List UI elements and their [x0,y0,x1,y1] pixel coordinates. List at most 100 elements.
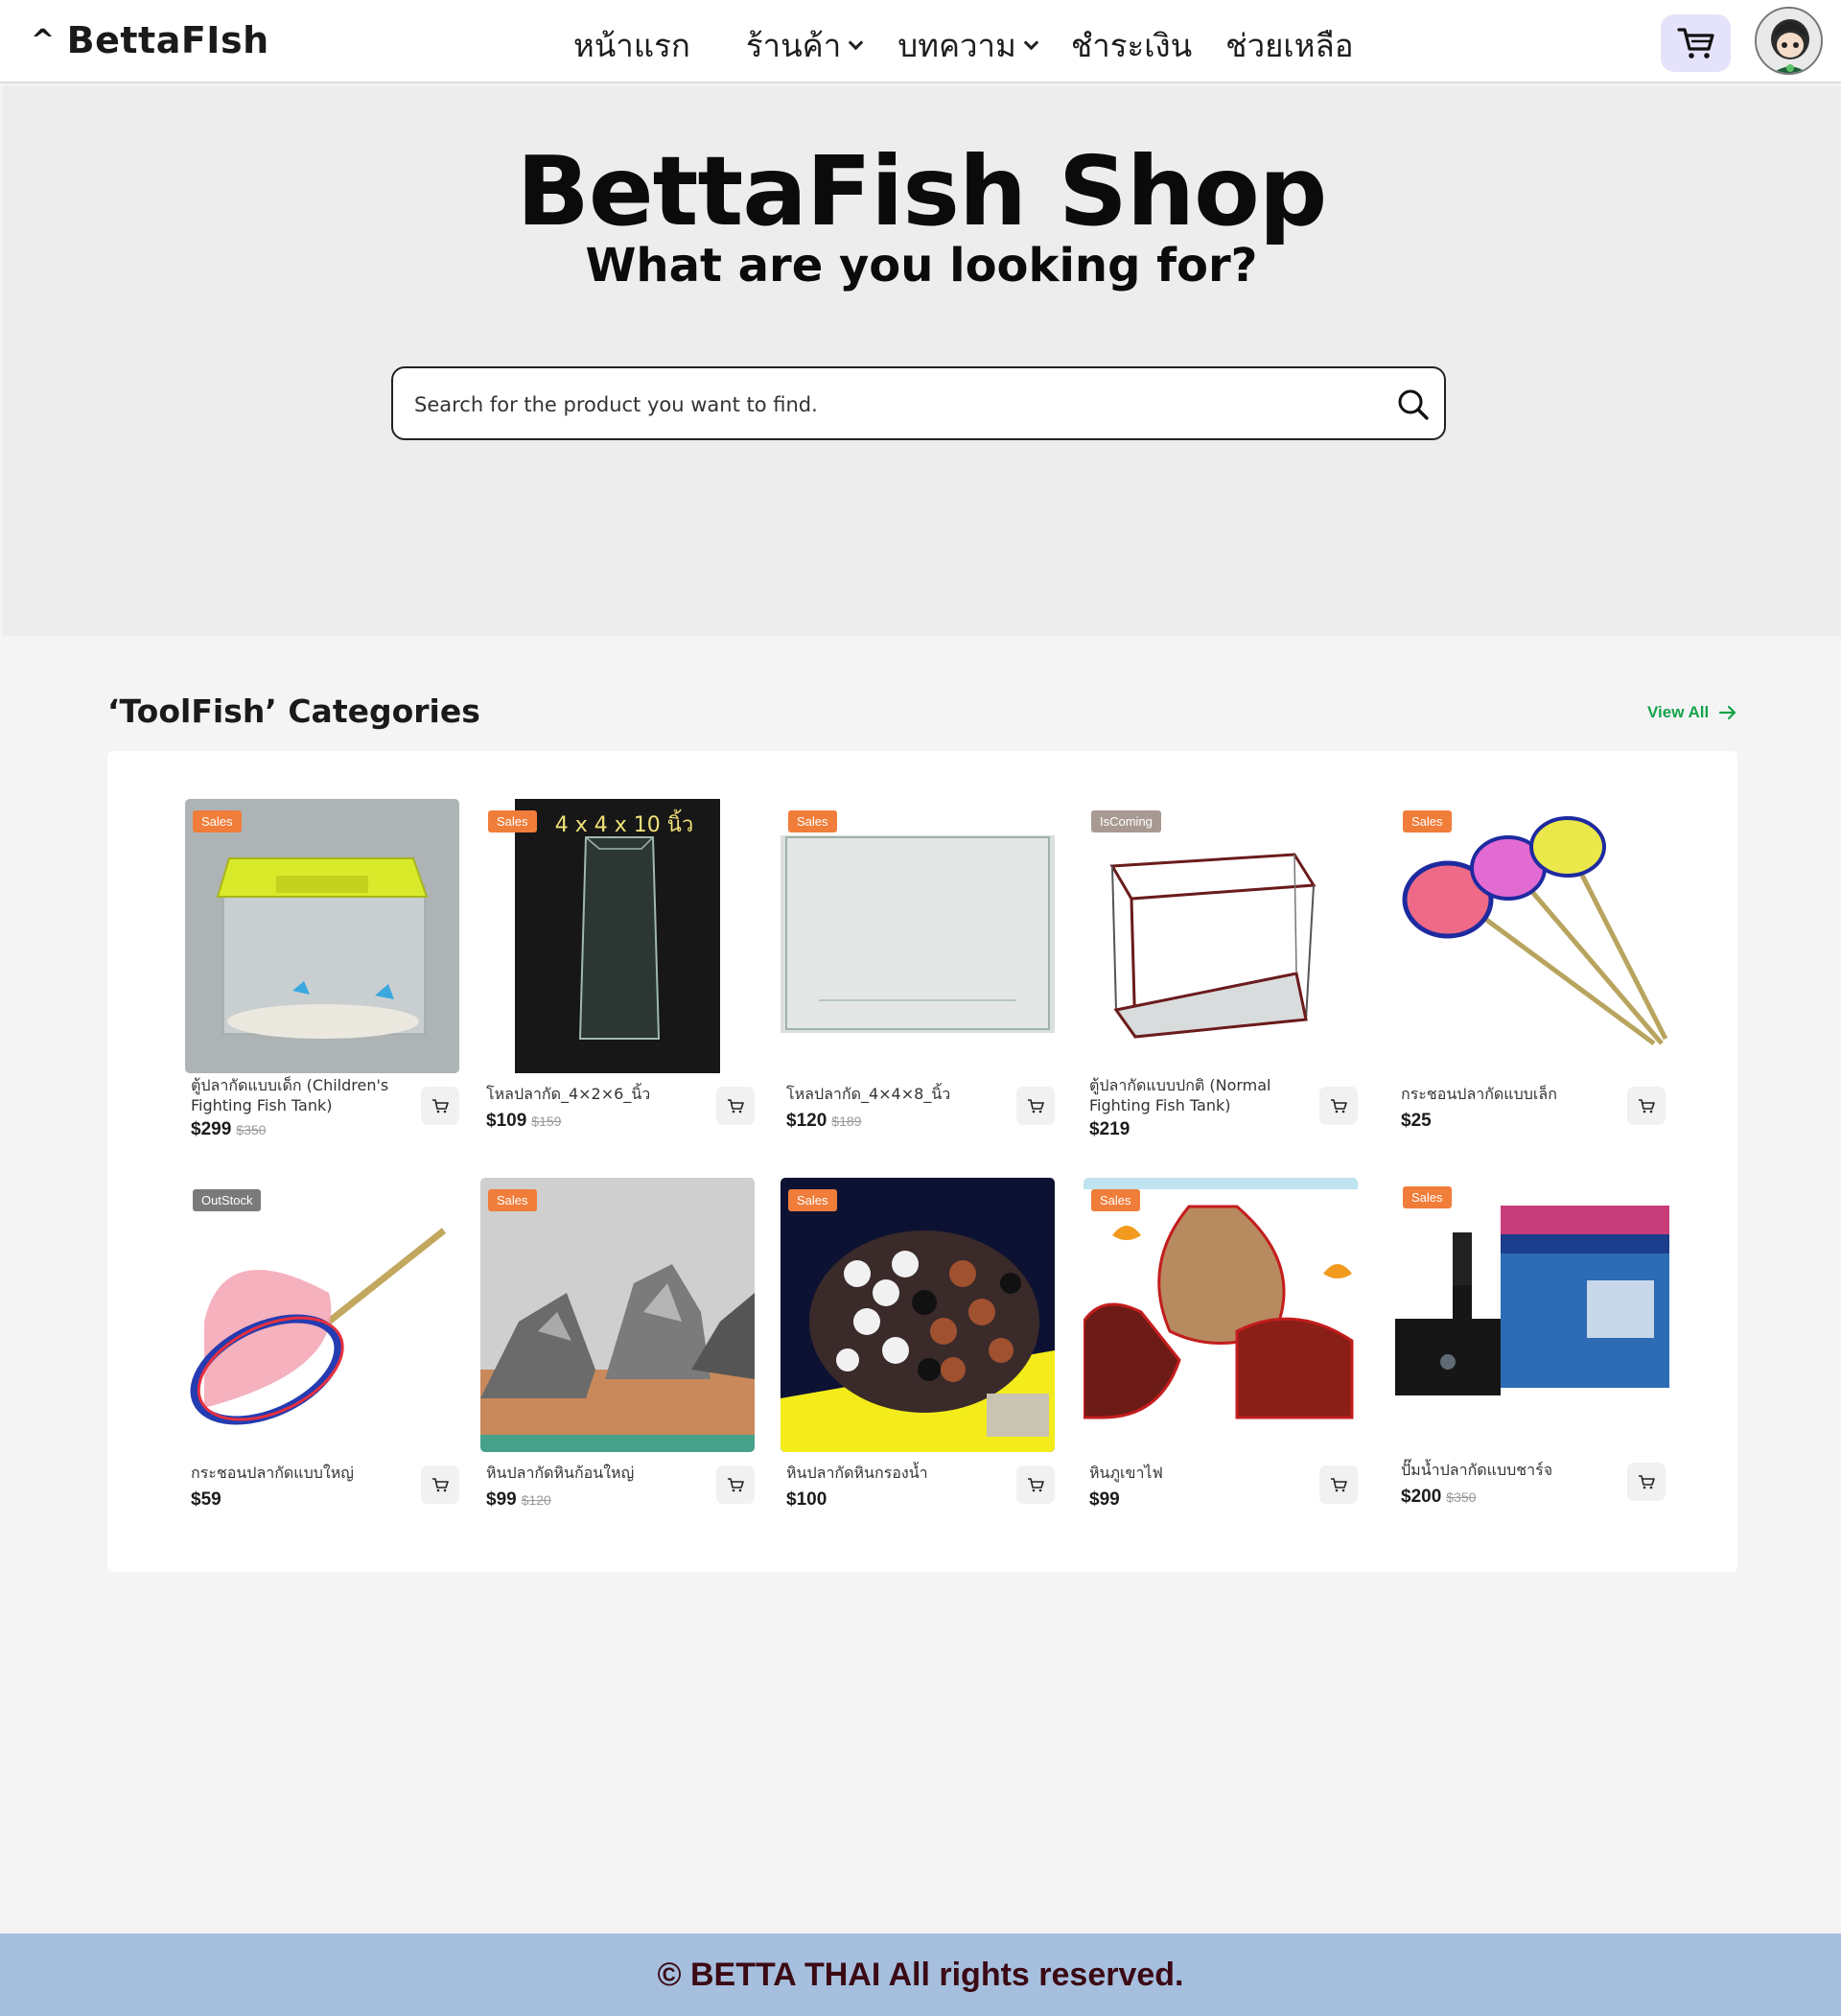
chevron-down-icon [1023,35,1039,50]
copyright-text: © BETTA THAI All rights reserved. [657,1956,1184,1993]
product-name: กระชอนปลากัดแบบเล็ก [1401,1085,1557,1103]
product-name: ปั๊มน้ำปลากัดแบบชาร์จ [1401,1461,1553,1479]
nav-item-shop[interactable]: ร้านค้า [746,20,864,71]
search-bar [391,366,1446,440]
add-to-cart-button[interactable] [421,1087,459,1125]
product-name: หินปลากัดหินกรองน้ำ [786,1464,928,1482]
product-name: โหลปลากัด_4×2×6_นิ้ว [486,1085,651,1103]
product-price: $120 $189 [786,1111,862,1131]
product-price: $200 $350 [1401,1487,1477,1507]
product-card[interactable]: Sales กระชอนปลากัดแบบเล็ก $25 [1395,799,1669,1163]
product-image-small-nets[interactable] [1395,799,1669,1073]
product-image-tall-jar[interactable]: 4 x 4 x 10 นิ้ว [480,799,755,1073]
product-image-rocks[interactable] [480,1178,755,1452]
product-card[interactable]: 4 x 4 x 10 นิ้ว Sales โหลปลากัด_4×2×6_นิ… [480,799,755,1163]
status-badge: Sales [1403,1186,1452,1208]
cart-icon [432,1099,449,1113]
product-price: $219 [1089,1119,1130,1139]
product-name: โหลปลากัด_4×4×8_นิ้ว [786,1085,951,1103]
nav-item-help[interactable]: ช่วยเหลือ [1225,20,1353,71]
product-card[interactable]: OutStock กระชอนปลากัดแบบใหญ่ $59 [185,1178,459,1542]
product-image-filter-media[interactable] [781,1178,1055,1452]
old-price: $120 [521,1492,551,1508]
main-nav: หน้าแรก ร้านค้า บทความ ชำระเงิน ช่วยเหลื… [573,21,1354,69]
product-card[interactable]: Sales หินภูเขาไฟ $99 [1084,1178,1358,1542]
chevron-down-icon [848,35,864,50]
product-image-frame-tank[interactable] [1084,799,1358,1073]
nav-item-home[interactable]: หน้าแรก [573,20,690,71]
cart-icon [728,1478,744,1492]
status-badge: Sales [788,810,837,832]
product-price: $109 $159 [486,1111,562,1131]
product-grid: Sales ตู้ปลากัดแบบเด็ก (Children's Fight… [107,751,1737,1572]
cart-icon [1331,1478,1347,1492]
product-name: หินภูเขาไฟ [1089,1464,1163,1482]
add-to-cart-button[interactable] [1627,1087,1666,1125]
add-to-cart-button[interactable] [1319,1087,1358,1125]
image-caption: 4 x 4 x 10 นิ้ว [555,809,693,837]
brand-logo[interactable]: ^ BettaFIsh [31,19,269,61]
cart-button[interactable] [1661,14,1731,72]
add-to-cart-button[interactable] [716,1465,755,1504]
status-badge: Sales [788,1189,837,1211]
product-card[interactable]: Sales ปั๊มน้ำปลากัดแบบชาร์จ $200 $350 [1395,1175,1669,1539]
cart-icon [1639,1099,1655,1113]
add-to-cart-button[interactable] [1016,1465,1055,1504]
search-input[interactable] [414,386,1335,424]
caret-icon: ^ [31,24,56,58]
avatar-image [1757,9,1821,73]
add-to-cart-button[interactable] [421,1465,459,1504]
old-price: $350 [1446,1489,1477,1505]
cart-icon [728,1099,744,1113]
nav-item-payment[interactable]: ชำระเงิน [1071,20,1192,71]
product-name: กระชอนปลากัดแบบใหญ่ [191,1464,354,1482]
product-name: ตู้ปลากัดแบบปกติ (Normal Fighting Fish T… [1089,1076,1271,1114]
product-price: $59 [191,1489,221,1510]
section-title: ‘ToolFish’ Categories [107,692,480,730]
old-price: $350 [236,1122,267,1137]
cart-icon [1676,28,1714,59]
cart-icon [1639,1475,1655,1489]
status-badge: Sales [193,810,242,832]
add-to-cart-button[interactable] [716,1087,755,1125]
hero-subtitle: What are you looking for? [585,239,1258,293]
add-to-cart-button[interactable] [1319,1465,1358,1504]
product-name: หินปลากัดหินก้อนใหญ่ [486,1464,635,1482]
hero-section: BettaFish Shop What are you looking for? [2,85,1841,636]
view-all-link[interactable]: View All [1647,703,1737,722]
product-image-water-pump[interactable] [1395,1175,1669,1449]
product-name: ตู้ปลากัดแบบเด็ก (Children's Fighting Fi… [191,1076,389,1114]
product-card[interactable]: Sales ตู้ปลากัดแบบเด็ก (Children's Fight… [185,799,459,1163]
search-icon[interactable] [1396,387,1431,422]
product-image-lava-rock[interactable] [1084,1178,1358,1452]
status-badge: Sales [488,1189,537,1211]
product-card[interactable]: Sales หินปลากัดหินก้อนใหญ่ $99 $120 [480,1178,755,1542]
status-badge: IsComing [1091,810,1161,832]
product-image-big-net[interactable] [185,1178,459,1452]
arrow-right-icon [1719,705,1736,720]
top-navbar: ^ BettaFIsh หน้าแรก ร้านค้า บทความ ชำระเง… [0,0,1841,83]
product-card[interactable]: IsComing ตู้ปลากัดแบบปกติ (Normal Fighti… [1084,799,1358,1163]
product-price: $299 $350 [191,1119,267,1139]
status-badge: Sales [1091,1189,1140,1211]
cart-icon [1028,1478,1044,1492]
status-badge: OutStock [193,1189,262,1211]
product-card[interactable]: Sales โหลปลากัด_4×4×8_นิ้ว $120 $189 [781,799,1055,1163]
add-to-cart-button[interactable] [1016,1087,1055,1125]
cart-icon [432,1478,449,1492]
nav-item-articles[interactable]: บทความ [897,20,1039,71]
product-card[interactable]: Sales หินปลากัดหินกรองน้ำ $100 [781,1178,1055,1542]
hero-title: BettaFish Shop [516,135,1328,247]
cart-icon [1028,1099,1044,1113]
brand-name: BettaFIsh [66,19,269,61]
product-price: $25 [1401,1111,1432,1131]
product-image-plastic-tank[interactable] [185,799,459,1073]
user-avatar[interactable] [1755,7,1823,75]
status-badge: Sales [1403,810,1452,832]
cart-icon [1331,1099,1347,1113]
add-to-cart-button[interactable] [1627,1463,1666,1501]
old-price: $159 [531,1113,562,1129]
product-image-glass-tank[interactable] [781,799,1055,1073]
product-price: $100 [786,1489,827,1510]
status-badge: Sales [488,810,537,832]
